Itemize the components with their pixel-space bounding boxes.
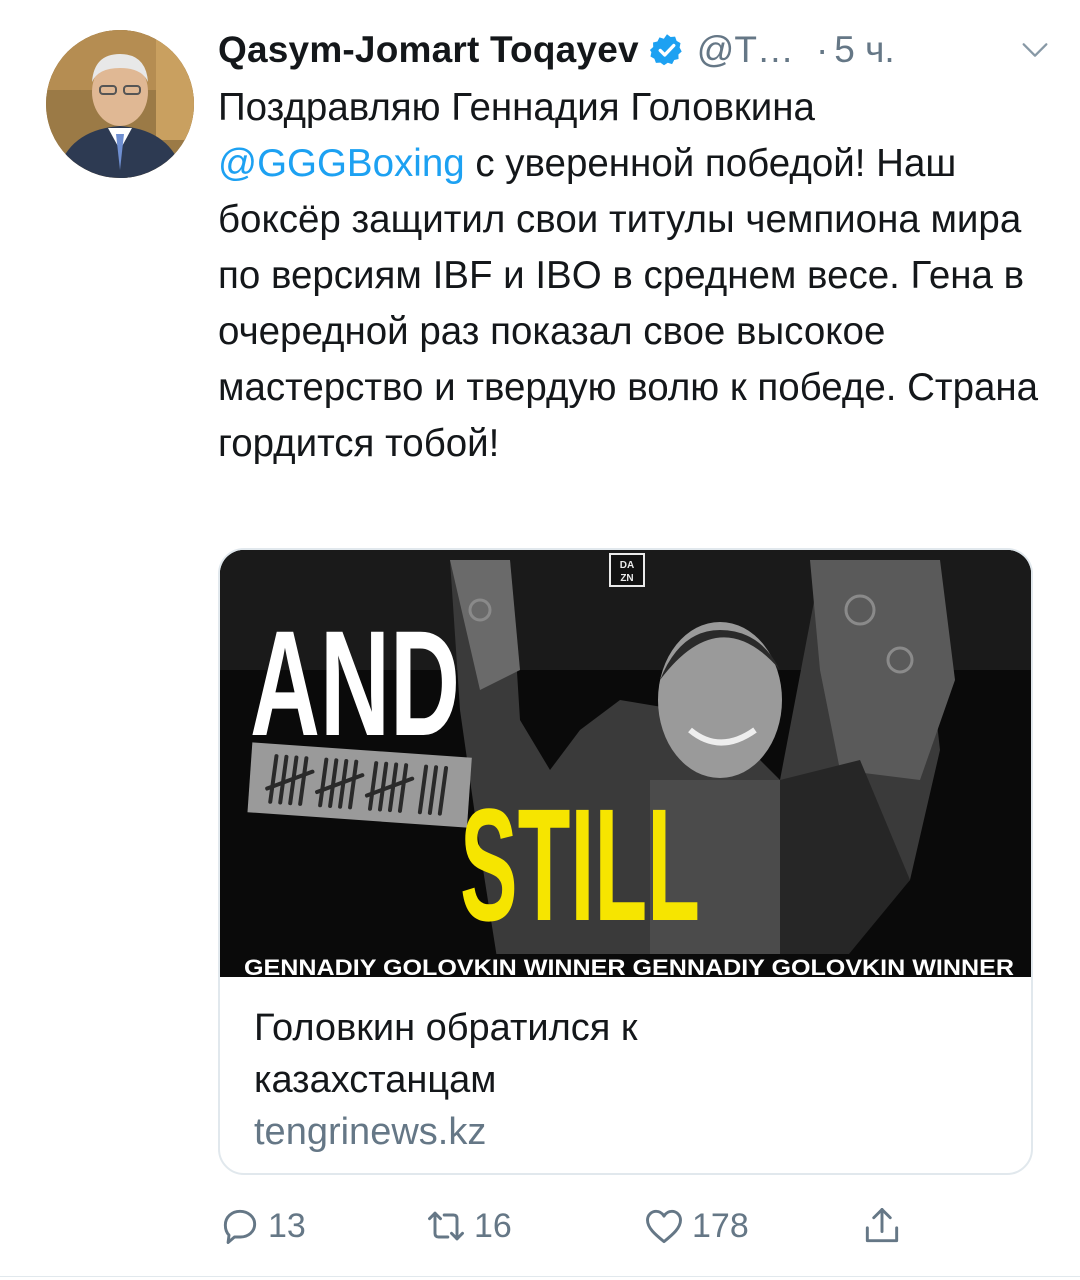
author-handle[interactable]: @T… (697, 29, 794, 71)
share-icon (865, 1208, 899, 1243)
card-domain: tengrinews.kz (254, 1111, 487, 1153)
tweet-text: Поздравляю Геннадия Головкина @GGGBoxing… (218, 80, 1048, 472)
card-title[interactable]: Головкин обратился к казахстанцам (254, 1002, 814, 1106)
like-button[interactable]: 178 (642, 1198, 749, 1254)
reply-button[interactable]: 13 (218, 1198, 306, 1254)
chevron-down-icon[interactable] (1018, 33, 1052, 67)
bottom-divider (0, 1276, 1080, 1277)
tweet-text-line1: Поздравляю Геннадия Головкина (218, 86, 815, 129)
link-card[interactable]: DA ZN AND STILL GENNADIY GOLOVKIN WINNER… (218, 548, 1033, 1175)
share-button[interactable] (860, 1198, 904, 1254)
card-image-ticker: GENNADIY GOLOVKIN WINNER GENNADIY GOLOVK… (244, 955, 1014, 977)
tweet-text-body: Наш боксёр защитил свои титулы чемпиона … (218, 142, 1039, 465)
tweet-header: Qasym-Jomart Toqayev @T… · 5 ч. (218, 24, 1052, 76)
svg-text:ZN: ZN (620, 573, 633, 584)
reply-count: 13 (268, 1206, 306, 1245)
tweet-time[interactable]: 5 ч. (834, 29, 894, 71)
retweet-icon (428, 1211, 464, 1241)
author-avatar[interactable] (46, 30, 194, 178)
heart-icon (646, 1209, 682, 1244)
like-count: 178 (692, 1206, 749, 1245)
verified-badge-icon (649, 34, 682, 66)
svg-text:DA: DA (620, 560, 634, 571)
card-image[interactable]: DA ZN AND STILL GENNADIY GOLOVKIN WINNER… (220, 550, 1031, 977)
card-image-bottom-text: STILL (460, 775, 700, 954)
time-separator: · (815, 29, 829, 70)
tweet-text-line2: с уверенной победой! (464, 142, 866, 185)
tweet-actions: 13 16 178 (218, 1198, 1038, 1254)
author-name[interactable]: Qasym-Jomart Toqayev (218, 29, 639, 71)
reply-icon (223, 1209, 257, 1244)
card-image-top-text: AND (250, 599, 460, 767)
retweet-button[interactable]: 16 (424, 1198, 512, 1254)
mention-link[interactable]: @GGGBoxing (218, 142, 465, 185)
retweet-count: 16 (474, 1206, 512, 1245)
